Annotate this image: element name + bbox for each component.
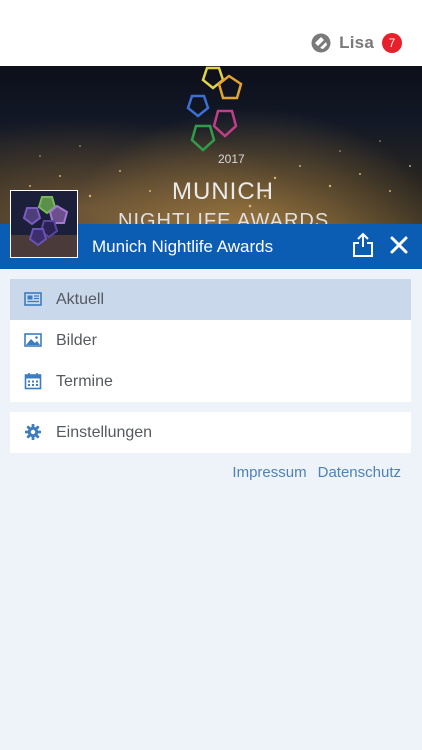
- calendar-icon: [24, 373, 42, 390]
- menu-item-termine[interactable]: Termine: [10, 361, 411, 402]
- image-icon: [24, 333, 42, 347]
- menu-label-aktuell: Aktuell: [56, 290, 105, 308]
- menu-label-bilder: Bilder: [56, 331, 97, 349]
- hero-year: 2017: [218, 152, 245, 166]
- event-logo-icon: [11, 191, 77, 257]
- main-menu: Aktuell Bilder Termine: [10, 279, 411, 402]
- settings-menu: Einstellungen: [10, 412, 411, 453]
- hero-title-line2: NIGHTLIFE AWARDS: [118, 210, 330, 224]
- hero-title-line1: MUNICH: [172, 178, 274, 205]
- impressum-link[interactable]: Impressum: [232, 464, 306, 481]
- event-thumbnail: [10, 190, 78, 258]
- close-icon[interactable]: [389, 235, 409, 255]
- user-account[interactable]: Lisa 7: [311, 33, 402, 53]
- newspaper-icon: [24, 292, 42, 306]
- menu-label-einstellungen: Einstellungen: [56, 423, 153, 441]
- user-name[interactable]: Lisa: [339, 33, 374, 53]
- footer-links: Impressum Datenschutz: [232, 464, 401, 481]
- menu-label-termine: Termine: [56, 372, 113, 390]
- menu-item-aktuell[interactable]: Aktuell: [10, 279, 411, 320]
- user-logo-icon: [311, 33, 331, 53]
- menu-item-einstellungen[interactable]: Einstellungen: [10, 412, 411, 453]
- share-icon[interactable]: [352, 232, 374, 258]
- notification-badge[interactable]: 7: [382, 33, 402, 53]
- menu-item-bilder[interactable]: Bilder: [10, 320, 411, 361]
- datenschutz-link[interactable]: Datenschutz: [318, 464, 401, 481]
- top-bar: Lisa 7: [0, 0, 422, 66]
- page-title: Munich Nightlife Awards: [92, 237, 274, 256]
- gear-icon: [25, 424, 41, 440]
